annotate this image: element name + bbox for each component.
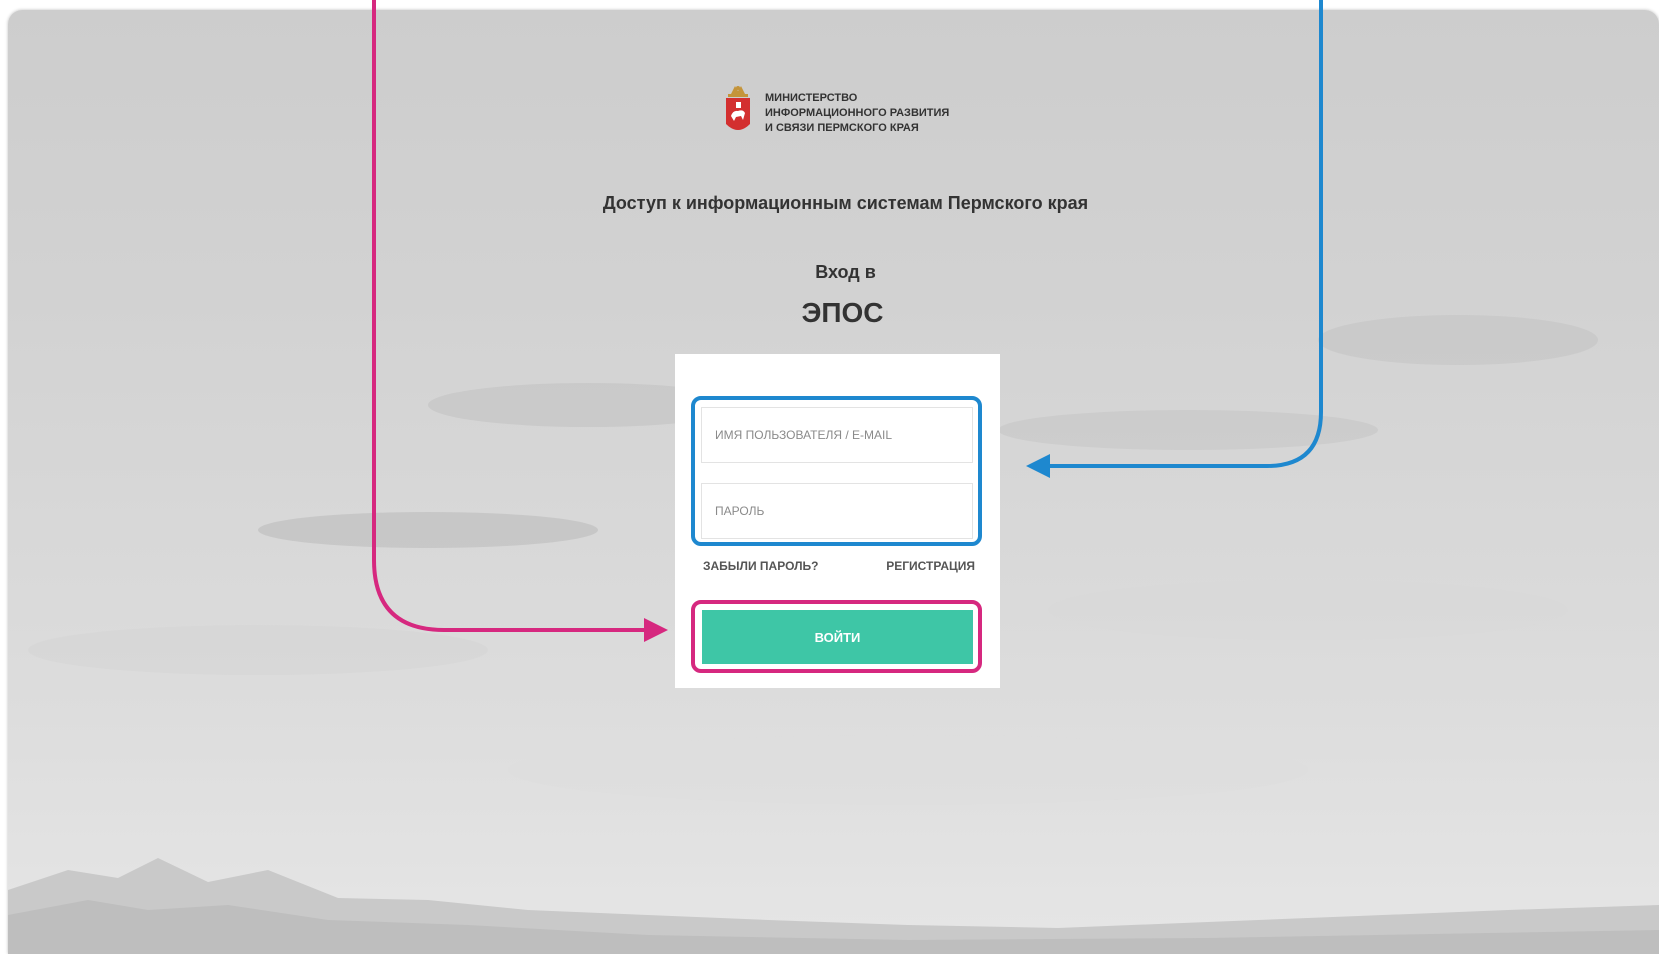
login-button[interactable]: ВОЙТИ [702, 610, 973, 664]
enter-label: Вход в [815, 262, 876, 282]
login-page-background: Министерство информационного развития и … [8, 10, 1659, 954]
forgot-password-link[interactable]: ЗАБЫЛИ ПАРОЛЬ? [703, 559, 818, 573]
credentials-highlight [691, 396, 982, 546]
page-subtitle: Доступ к информационным системам Пермско… [602, 193, 1089, 213]
ministry-logo: Министерство информационного развития и … [723, 82, 983, 142]
ministry-name-line2: информационного развития [765, 107, 950, 119]
auth-links: ЗАБЫЛИ ПАРОЛЬ? РЕГИСТРАЦИЯ [703, 559, 975, 577]
ministry-name: Министерство информационного развития и … [765, 91, 949, 136]
system-name: ЭПОС [801, 297, 884, 328]
login-card: ЗАБЫЛИ ПАРОЛЬ? РЕГИСТРАЦИЯ ВОЙТИ [675, 354, 1000, 688]
perm-krai-coat-of-arms-icon [726, 86, 750, 130]
ministry-name-line3: и связи Пермского края [765, 122, 919, 134]
ministry-name-line1: Министерство [765, 92, 858, 104]
register-link[interactable]: РЕГИСТРАЦИЯ [886, 559, 975, 573]
